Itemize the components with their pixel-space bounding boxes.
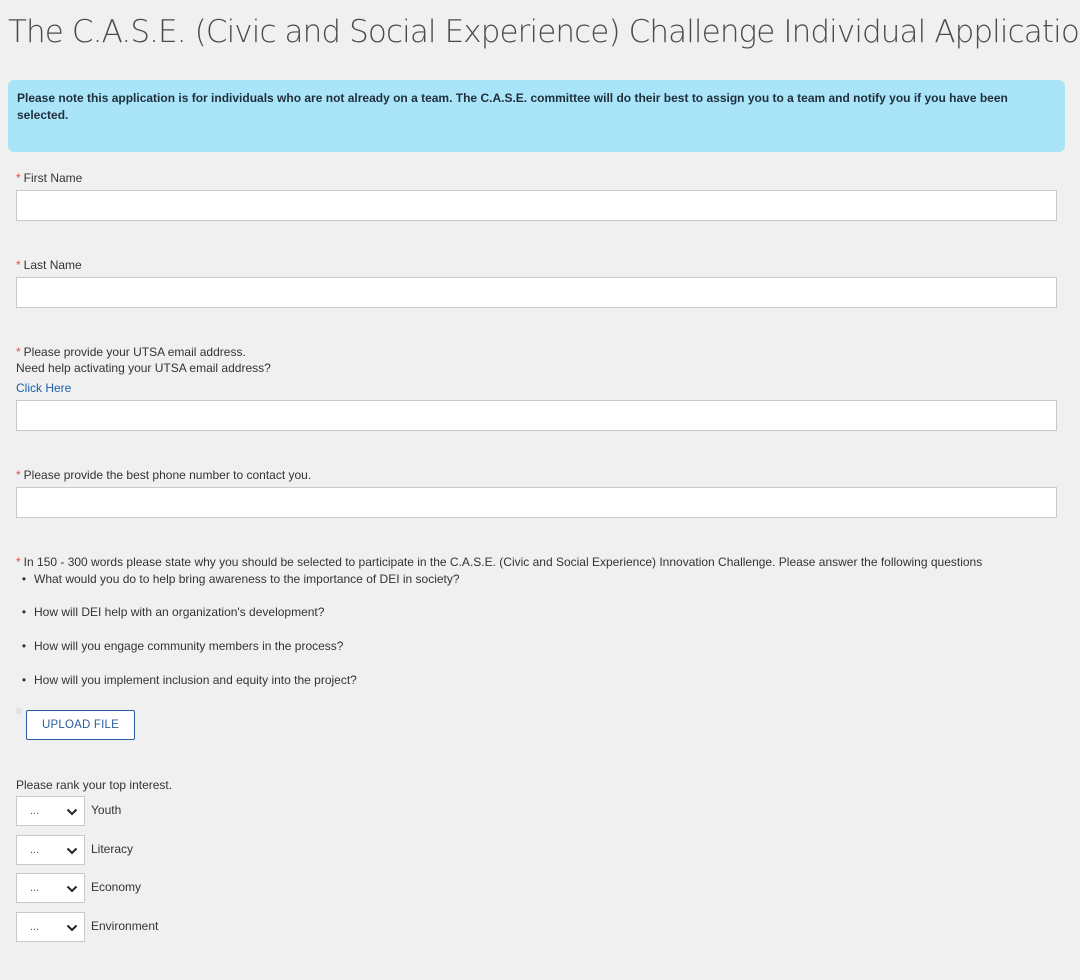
last-name-input[interactable] [16, 277, 1057, 308]
rank-row-literacy: ... Literacy [16, 835, 316, 865]
upload-handle [16, 708, 22, 714]
rank-label-economy: Economy [91, 880, 142, 894]
bullet: • [21, 639, 27, 653]
phone-input[interactable] [16, 487, 1057, 518]
essay-question-text: How will DEI help with an organization's… [34, 605, 325, 619]
info-notice: Please note this application is for indi… [8, 80, 1065, 152]
rank-label-literacy: Literacy [91, 842, 134, 856]
last-name-label-text: Last Name [23, 258, 82, 272]
first-name-label-text: First Name [23, 171, 83, 185]
essay-prompt-text: In 150 - 300 words please state why you … [23, 555, 983, 569]
rank-row-environment: ... Environment [16, 912, 316, 942]
email-label-text: Please provide your UTSA email address. [23, 345, 246, 359]
bullet: • [21, 605, 27, 619]
chevron-down-icon [66, 847, 78, 855]
rank-label-environment: Environment [91, 919, 159, 933]
rank-select-value: ... [30, 882, 40, 894]
last-name-label: * Last Name [16, 258, 82, 273]
rank-select-environment[interactable]: ... [16, 912, 85, 942]
essay-prompt: * In 150 - 300 words please state why you… [16, 555, 982, 570]
first-name-input[interactable] [16, 190, 1057, 221]
phone-label: * Please provide the best phone number to… [16, 468, 311, 483]
email-help-link-wrap: Click Here [16, 381, 71, 396]
essay-question-text: What would you do to help bring awarenes… [34, 572, 460, 586]
bullet: • [21, 572, 27, 586]
chevron-down-icon [66, 924, 78, 932]
phone-label-text: Please provide the best phone number to … [23, 468, 312, 482]
required-marker: * [16, 171, 21, 185]
upload-file-button[interactable]: UPLOAD FILE [26, 710, 135, 740]
rank-select-value: ... [30, 844, 40, 856]
essay-question-text: How will you engage community members in… [34, 639, 344, 653]
essay-question-text: How will you implement inclusion and equ… [34, 673, 357, 687]
email-label: * Please provide your UTSA email address. [16, 345, 246, 360]
required-marker: * [16, 345, 21, 359]
first-name-label: * First Name [16, 171, 82, 186]
ranking-label: Please rank your top interest. [16, 778, 173, 792]
required-marker: * [16, 555, 21, 569]
email-help-text: Need help activating your UTSA email add… [16, 361, 271, 375]
chevron-down-icon [66, 808, 78, 816]
bullet: • [21, 673, 27, 687]
rank-select-literacy[interactable]: ... [16, 835, 85, 865]
email-help-link[interactable]: Click Here [16, 381, 71, 395]
essay-question: • What would you do to help bring awarene… [21, 572, 460, 586]
rank-label-youth: Youth [91, 803, 122, 817]
rank-row-economy: ... Economy [16, 873, 316, 903]
rank-row-youth: ... Youth [16, 796, 316, 826]
required-marker: * [16, 468, 21, 482]
rank-select-youth[interactable]: ... [16, 796, 85, 826]
essay-question: • How will you engage community members i… [21, 639, 344, 653]
application-page: The C.A.S.E. (Civic and Social Experienc… [0, 0, 1080, 980]
required-marker: * [16, 258, 21, 272]
essay-question: • How will you implement inclusion and eq… [21, 673, 357, 687]
rank-select-value: ... [30, 805, 40, 817]
chevron-down-icon [66, 885, 78, 893]
email-input[interactable] [16, 400, 1057, 431]
rank-select-economy[interactable]: ... [16, 873, 85, 903]
page-title: The C.A.S.E. (Civic and Social Experienc… [8, 14, 1080, 50]
rank-select-value: ... [30, 921, 40, 933]
essay-question: • How will DEI help with an organization'… [21, 605, 325, 619]
